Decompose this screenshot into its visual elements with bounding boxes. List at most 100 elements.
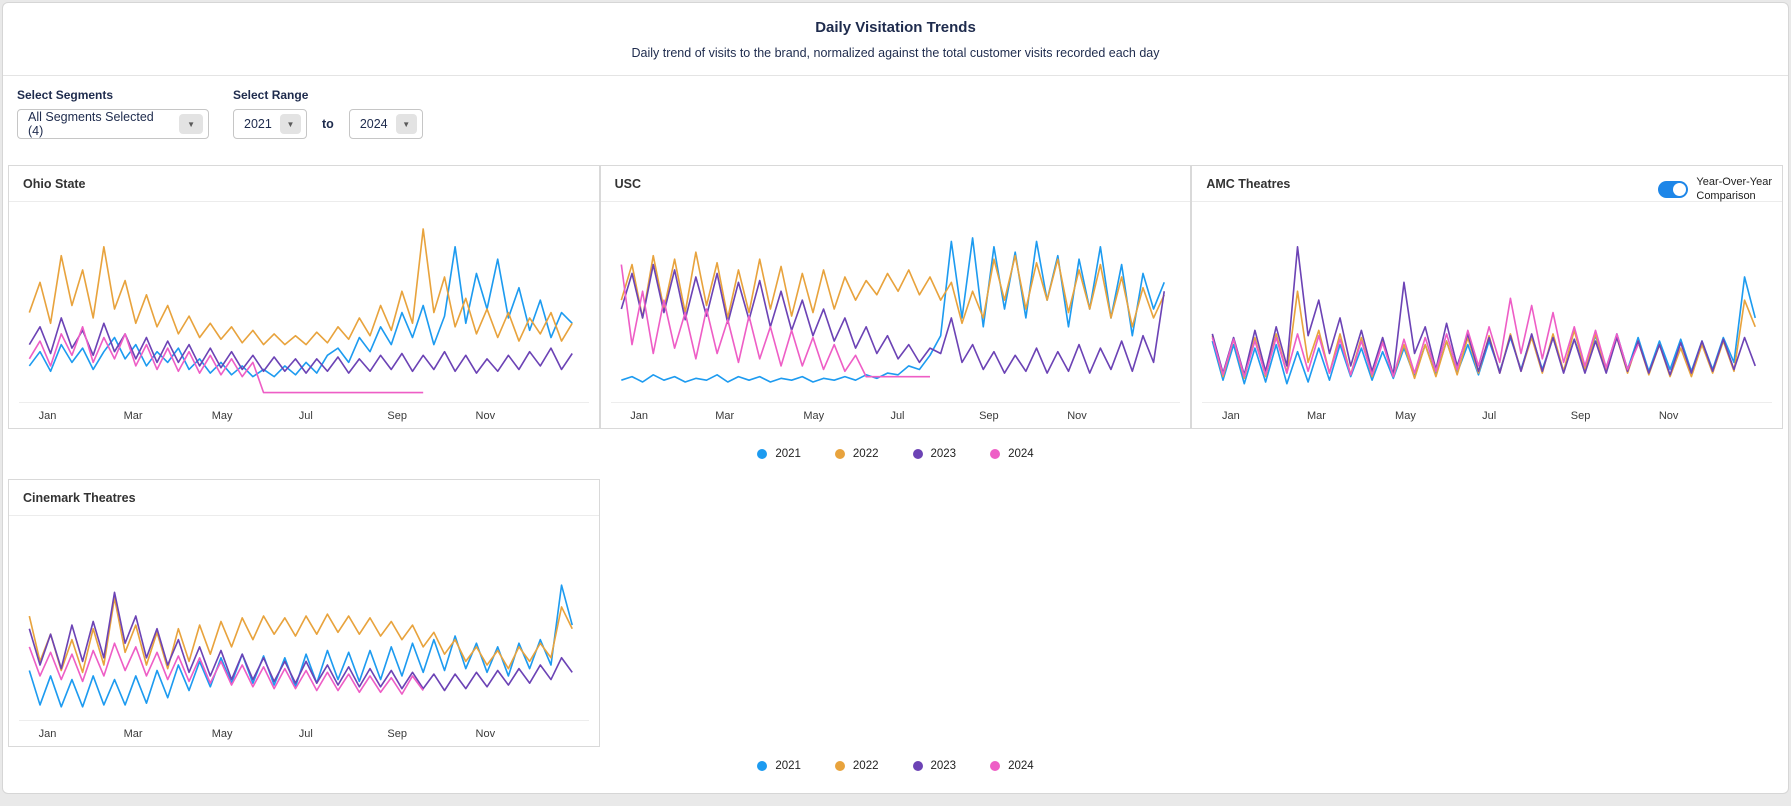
range-from-value: 2021 [244,117,272,131]
chart-usc: JanMarMayJulSepNov [601,202,1191,428]
x-tick-label-may: May [803,410,824,422]
x-tick-label-sep: Sep [1571,410,1591,422]
charts-row-2: Cinemark Theatres JanMarMayJulSepNov [8,479,1783,747]
series-line-2022 [29,598,572,672]
legend-item-2024[interactable]: 2024 [990,448,1034,460]
segments-label: Select Segments [17,88,209,102]
chart-panel-cinemark-theatres: Cinemark Theatres JanMarMayJulSepNov [8,479,600,747]
chevron-down-icon[interactable]: ▼ [280,114,301,134]
legend-label: 2024 [1008,448,1034,460]
legend-item-2023[interactable]: 2023 [913,448,957,460]
x-tick-label-nov: Nov [476,410,496,422]
x-tick-label-sep: Sep [979,410,999,422]
line-chart-canvas [9,210,599,402]
x-tick-label-jul: Jul [1482,410,1496,422]
x-tick-label-jul: Jul [299,410,313,422]
charts-row-1: Ohio State JanMarMayJulSepNov USC JanMar… [8,165,1783,429]
x-tick-label-jan: Jan [39,728,57,740]
line-chart-canvas [601,210,1191,402]
legend-label: 2023 [931,760,957,772]
series-line-2024 [1213,298,1639,376]
chart-ohio-state: JanMarMayJulSepNov [9,202,599,428]
legend-item-2022[interactable]: 2022 [835,448,879,460]
x-tick-label-jan: Jan [630,410,648,422]
legend-dot-icon [757,449,767,459]
series-line-2023 [29,318,572,373]
legend-label: 2021 [775,448,801,460]
x-tick-label-sep: Sep [387,410,407,422]
legend-label: 2024 [1008,760,1034,772]
yoy-toggle[interactable] [1658,181,1688,198]
chevron-down-icon[interactable]: ▼ [179,114,203,134]
page-title: Daily Visitation Trends [3,19,1788,36]
yoy-toggle-label: Year-Over-Year Comparison [1696,176,1772,204]
x-tick-label-jul: Jul [299,728,313,740]
chart-panel-amc-theatres: AMC Theatres JanMarMayJulSepNov [1191,165,1783,429]
dashboard-container: Daily Visitation Trends Daily trend of v… [2,2,1789,794]
x-tick-label-may: May [1395,410,1416,422]
dashboard-header: Daily Visitation Trends Daily trend of v… [3,3,1788,76]
empty-grid-cell [1191,479,1783,747]
line-chart-canvas [1192,210,1782,402]
x-axis-labels: JanMarMayJulSepNov [19,402,589,426]
segments-dropdown[interactable]: All Segments Selected (4) ▼ [17,109,209,139]
segments-dropdown-value: All Segments Selected (4) [28,110,171,138]
series-line-2022 [29,229,572,345]
x-tick-label-jan: Jan [39,410,57,422]
chart-title: USC [601,166,1191,202]
range-to-value: 2024 [360,117,388,131]
x-axis-labels: JanMarMayJulSepNov [1202,402,1772,426]
filter-controls: Select Segments All Segments Selected (4… [3,76,1788,165]
chart-panel-ohio-state: Ohio State JanMarMayJulSepNov [8,165,600,429]
yoy-toggle-group: Year-Over-Year Comparison [1658,176,1772,204]
series-line-2023 [29,592,572,690]
x-tick-label-nov: Nov [1659,410,1679,422]
charts-area: Ohio State JanMarMayJulSepNov USC JanMar… [3,165,1788,785]
segments-control: Select Segments All Segments Selected (4… [17,88,209,139]
series-line-2021 [621,238,1164,382]
series-line-2021 [29,585,572,707]
x-tick-label-mar: Mar [715,410,734,422]
legend-item-2022[interactable]: 2022 [835,760,879,772]
legend-dot-icon [990,761,1000,771]
range-to-word: to [322,117,334,131]
x-tick-label-may: May [212,728,233,740]
legend-dot-icon [835,761,845,771]
legend-item-2021[interactable]: 2021 [757,760,801,772]
legend-dot-icon [757,761,767,771]
range-label: Select Range [233,88,423,102]
legend-label: 2021 [775,760,801,772]
x-tick-label-mar: Mar [124,410,143,422]
legend-item-2024[interactable]: 2024 [990,760,1034,772]
legend-top: 2021 2022 2023 2024 [8,429,1783,479]
line-chart-canvas [9,524,599,720]
toggle-knob-icon [1673,183,1686,196]
range-from-dropdown[interactable]: 2021 ▼ [233,109,307,139]
page-subtitle: Daily trend of visits to the brand, norm… [3,46,1788,60]
dashboard-page: { "header": { "title": "Daily Visitation… [0,0,1791,806]
legend-item-2021[interactable]: 2021 [757,448,801,460]
series-line-2023 [1213,247,1756,375]
chart-title: Cinemark Theatres [9,480,599,516]
chart-panel-usc: USC JanMarMayJulSepNov [600,165,1192,429]
legend-dot-icon [990,449,1000,459]
legend-label: 2022 [853,760,879,772]
legend-dot-icon [835,449,845,459]
x-axis-labels: JanMarMayJulSepNov [19,720,589,744]
x-tick-label-nov: Nov [476,728,496,740]
chart-cinemark-theatres: JanMarMayJulSepNov [9,516,599,746]
series-line-2021 [29,247,572,377]
x-tick-label-mar: Mar [1307,410,1326,422]
x-tick-label-nov: Nov [1067,410,1087,422]
series-line-2022 [621,252,1164,327]
range-control: Select Range 2021 ▼ to 2024 ▼ [233,88,423,139]
legend-bottom: 2021 2022 2023 2024 [8,747,1783,785]
range-to-dropdown[interactable]: 2024 ▼ [349,109,423,139]
legend-label: 2023 [931,448,957,460]
legend-item-2023[interactable]: 2023 [913,760,957,772]
x-axis-labels: JanMarMayJulSepNov [611,402,1181,426]
legend-dot-icon [913,761,923,771]
legend-label: 2022 [853,448,879,460]
chevron-down-icon[interactable]: ▼ [396,114,417,134]
range-row: 2021 ▼ to 2024 ▼ [233,109,423,139]
